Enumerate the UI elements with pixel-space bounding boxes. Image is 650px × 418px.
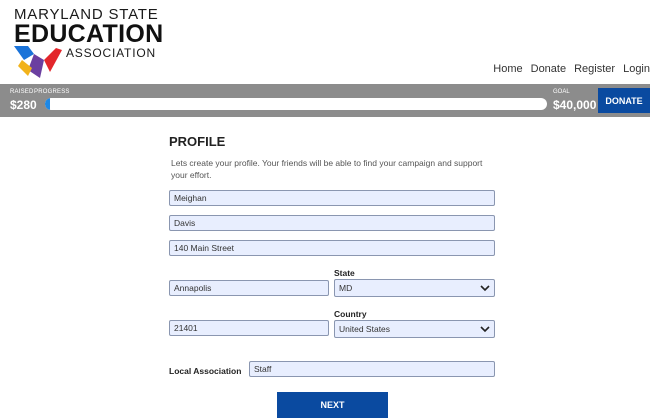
last-name-field[interactable]: Davis — [169, 215, 495, 231]
progress-label: PROGRESS — [34, 89, 70, 95]
nav-register-link[interactable]: Register — [574, 63, 615, 75]
country-select-value: United States — [339, 324, 391, 334]
city-field[interactable]: Annapolis — [169, 280, 329, 296]
form-description: Lets create your profile. Your friends w… — [171, 158, 483, 180]
nav-login-link[interactable]: Login — [623, 63, 650, 75]
goal-label: GOAL — [553, 89, 570, 95]
logo-red-shape — [44, 48, 62, 72]
donate-button[interactable]: DONATE — [598, 88, 650, 113]
logo-text-line2: EDUCATION — [14, 20, 164, 48]
local-association-label: Local Association — [169, 366, 242, 376]
logo-shapes-icon — [14, 46, 62, 78]
next-button[interactable]: NEXT — [277, 392, 388, 418]
state-select[interactable]: MD — [334, 279, 495, 297]
page-title: PROFILE — [169, 134, 226, 149]
chevron-down-icon — [480, 284, 490, 291]
raised-value: $280 — [10, 98, 37, 112]
fundraising-progress-bar: RAISED PROGRESS $280 GOAL $40,000 DONATE — [0, 84, 650, 117]
logo-blue-shape — [14, 46, 34, 60]
country-select[interactable]: United States — [334, 320, 495, 338]
msea-logo[interactable]: MARYLAND STATE EDUCATION ASSOCIATION — [14, 6, 164, 78]
raised-label: RAISED — [10, 89, 34, 95]
logo-text-line3: ASSOCIATION — [66, 46, 156, 60]
address-field[interactable]: 140 Main Street — [169, 240, 495, 256]
progress-track — [45, 98, 547, 110]
chevron-down-icon — [480, 325, 490, 332]
nav-donate-link[interactable]: Donate — [531, 63, 566, 75]
local-association-field[interactable]: Staff — [249, 361, 495, 377]
first-name-field[interactable]: Meighan — [169, 190, 495, 206]
top-nav: Home Donate Register Login — [493, 63, 650, 75]
country-label: Country — [334, 309, 367, 319]
state-label: State — [334, 268, 355, 278]
nav-home-link[interactable]: Home — [493, 63, 522, 75]
state-select-value: MD — [339, 283, 353, 293]
goal-value: $40,000 — [553, 98, 597, 112]
logo-yellow-shape — [18, 60, 32, 76]
logo-purple-shape — [28, 54, 44, 78]
zip-field[interactable]: 21401 — [169, 320, 329, 336]
progress-fill — [45, 98, 50, 110]
